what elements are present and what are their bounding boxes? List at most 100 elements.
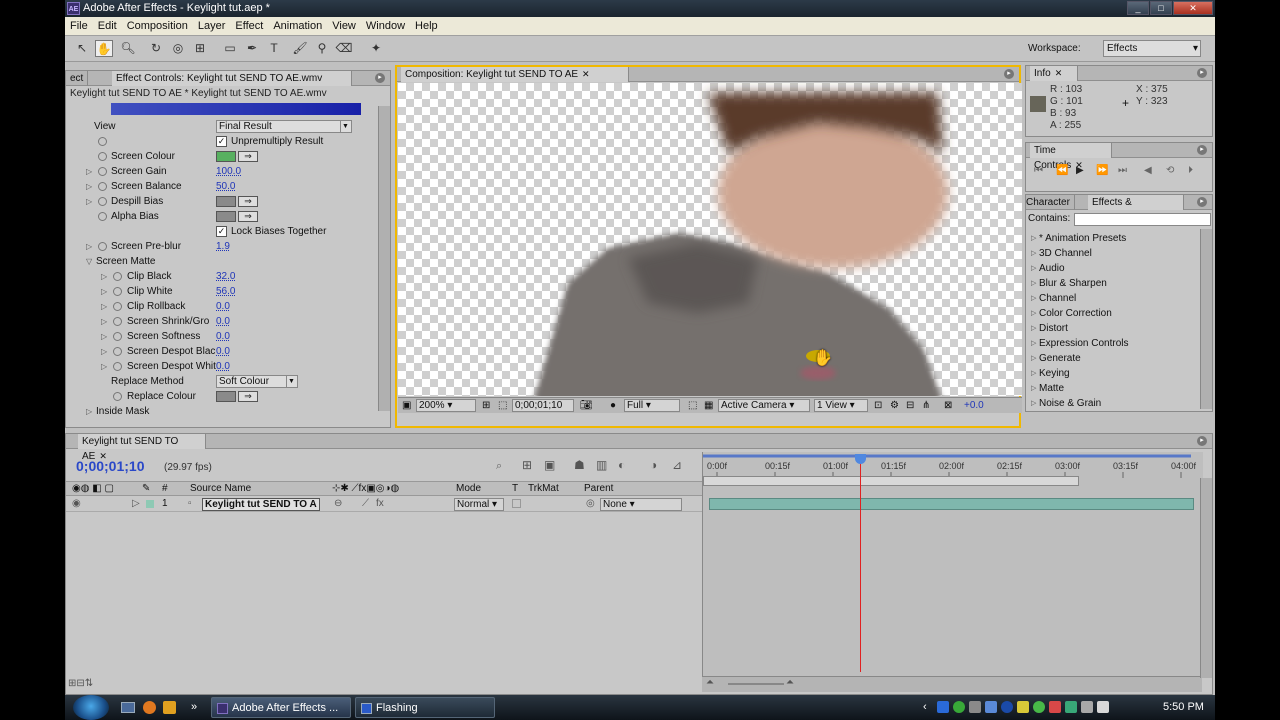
hide-shy-layers-icon[interactable]: ☗ — [574, 458, 585, 472]
menu-window[interactable]: Window — [361, 17, 410, 36]
clone-stamp-tool-icon[interactable]: ⚲ — [313, 40, 331, 57]
panel-menu-icon[interactable]: ▸ — [1004, 69, 1014, 79]
tray-icon[interactable] — [1049, 701, 1061, 713]
timeline-scrollbar[interactable] — [1200, 478, 1212, 678]
screen-gain-value[interactable]: 100.0 — [216, 164, 241, 179]
type-tool-icon[interactable]: T — [265, 40, 283, 57]
reset-exposure-icon[interactable]: ⊠ — [944, 398, 952, 413]
tray-icon[interactable] — [969, 701, 981, 713]
timecode-field[interactable]: 0;00;01;10 — [512, 399, 574, 412]
close-icon[interactable]: ✕ — [582, 69, 590, 79]
stopwatch-icon[interactable] — [113, 287, 122, 296]
stopwatch-icon[interactable] — [113, 347, 122, 356]
panel-menu-icon[interactable]: ▸ — [1197, 197, 1207, 207]
draft-3d-icon[interactable]: ▣ — [544, 458, 555, 472]
work-area-bar[interactable] — [703, 476, 1079, 486]
show-desktop-icon[interactable] — [121, 702, 135, 713]
stopwatch-icon[interactable] — [98, 137, 107, 146]
tab-effect-controls[interactable]: Effect Controls: Keylight tut SEND TO AE… — [112, 71, 352, 86]
effects-search-input[interactable] — [1074, 213, 1211, 226]
stopwatch-icon[interactable] — [113, 302, 122, 311]
menu-effect[interactable]: Effect — [230, 17, 268, 36]
stopwatch-icon[interactable] — [98, 242, 107, 251]
current-time-indicator[interactable] — [860, 454, 861, 672]
screen-balance-value[interactable]: 50.0 — [216, 179, 235, 194]
region-of-interest-icon[interactable]: ⬚ — [688, 398, 697, 413]
hand-tool-icon[interactable]: ✋ — [95, 40, 113, 57]
list-item[interactable]: ▷ Matte — [1031, 381, 1200, 396]
table-row[interactable]: ◉ ▷ 1 ▫ Keylight tut SEND TO A ⊖ ⟋ fx No… — [66, 497, 702, 512]
first-frame-icon[interactable]: ⏮ — [1034, 165, 1043, 176]
menu-view[interactable]: View — [327, 17, 361, 36]
menu-edit[interactable]: Edit — [93, 17, 122, 36]
tray-icon[interactable] — [937, 701, 949, 713]
pan-behind-tool-icon[interactable]: ⊞ — [191, 40, 209, 57]
expand-triangle-icon[interactable]: ▷ — [101, 284, 109, 299]
task-flashing[interactable]: Flashing — [355, 697, 495, 718]
mode-select[interactable]: Normal ▾ — [454, 498, 504, 511]
tab-time-controls[interactable]: Time Controls ✕ — [1030, 143, 1112, 171]
despot-white-value[interactable]: 0.0 — [216, 359, 230, 374]
last-frame-icon[interactable]: ⏭ — [1118, 165, 1127, 176]
puppet-tool-icon[interactable]: ✦ — [367, 40, 385, 57]
brush-tool-icon[interactable]: 🖌︎ — [291, 40, 309, 57]
list-item[interactable]: ▷ Noise & Grain — [1031, 396, 1200, 411]
despill-bias-swatch[interactable] — [216, 196, 236, 207]
mini-flowchart-icon[interactable]: ⊞ — [522, 458, 532, 472]
screen-preblur-value[interactable]: 1.9 — [216, 239, 230, 254]
list-item[interactable]: ▷ Color Correction — [1031, 306, 1200, 321]
timeline-options-icon[interactable]: ⊞⊟⇅ — [68, 678, 93, 689]
menu-animation[interactable]: Animation — [268, 17, 327, 36]
stopwatch-icon[interactable] — [98, 182, 107, 191]
collapse-transform-icon[interactable]: ⊖ — [334, 497, 342, 511]
graph-editor-icon[interactable]: ⊿ — [672, 458, 682, 472]
network-icon[interactable] — [1081, 701, 1093, 713]
menu-composition[interactable]: Composition — [122, 17, 193, 36]
camera-snapshot-icon[interactable]: 📷︎ — [580, 398, 593, 413]
parent-select[interactable]: None ▾ — [600, 498, 682, 511]
workspace-select[interactable]: Effects ▾ — [1103, 40, 1201, 57]
expand-triangle-icon[interactable]: ▷ — [86, 194, 94, 209]
zoom-in-icon[interactable]: ⏶ — [786, 677, 794, 688]
stopwatch-icon[interactable] — [113, 362, 122, 371]
safe-margins-icon[interactable]: ⊞ — [482, 398, 490, 413]
eraser-tool-icon[interactable]: ⌫ — [335, 40, 353, 57]
expand-triangle-icon[interactable]: ▷ — [101, 269, 109, 284]
composition-viewer[interactable]: ✋ — [398, 83, 1022, 396]
screen-colour-swatch[interactable] — [216, 151, 236, 162]
effects-scrollbar[interactable] — [1200, 229, 1212, 409]
tab-character[interactable]: Character — [1022, 195, 1075, 210]
stopwatch-icon[interactable] — [113, 392, 122, 401]
tray-expand-icon[interactable]: ‹ — [923, 695, 927, 720]
pen-tool-icon[interactable]: ✒ — [243, 40, 261, 57]
expand-triangle-icon[interactable]: ▷ — [86, 239, 94, 254]
snapshot-icon[interactable]: ⬚ — [498, 398, 507, 413]
tab-effects-presets[interactable]: Effects & Presets✕ — [1088, 195, 1184, 223]
tray-icon[interactable] — [1017, 701, 1029, 713]
resolution-select[interactable]: Full ▾ — [624, 399, 680, 412]
expand-triangle-icon[interactable]: ▷ — [86, 179, 94, 194]
timeline-icon[interactable]: ⊟ — [906, 398, 914, 413]
volume-icon[interactable] — [1097, 701, 1109, 713]
tray-icon[interactable] — [1001, 701, 1013, 713]
expand-triangle-icon[interactable]: ▷ — [101, 329, 109, 344]
camera-tool-icon[interactable]: ◎ — [169, 40, 187, 57]
maximize-button[interactable]: □ — [1150, 1, 1172, 15]
lock-biases-checkbox[interactable]: ✓ — [216, 226, 227, 237]
panel-menu-icon[interactable]: ▸ — [375, 73, 385, 83]
expand-triangle-icon[interactable]: ▷ — [86, 164, 94, 179]
list-item[interactable]: ▷ Generate — [1031, 351, 1200, 366]
panel-menu-icon[interactable]: ▸ — [1197, 436, 1207, 446]
list-item[interactable]: ▷ Channel — [1031, 291, 1200, 306]
close-button[interactable]: ✕ — [1173, 1, 1213, 15]
menu-layer[interactable]: Layer — [193, 17, 231, 36]
stopwatch-icon[interactable] — [98, 197, 107, 206]
zoom-out-icon[interactable]: ⏶ — [706, 677, 714, 688]
play-icon[interactable]: ▶ — [1076, 165, 1084, 176]
stopwatch-icon[interactable] — [113, 272, 122, 281]
flowchart-icon[interactable]: ⋔ — [922, 398, 930, 413]
eyedropper-icon[interactable]: ⇒ — [238, 151, 258, 162]
tray-icon[interactable] — [1033, 701, 1045, 713]
selection-tool-icon[interactable]: ↖ — [73, 40, 91, 57]
eyedropper-icon[interactable]: ⇒ — [238, 211, 258, 222]
